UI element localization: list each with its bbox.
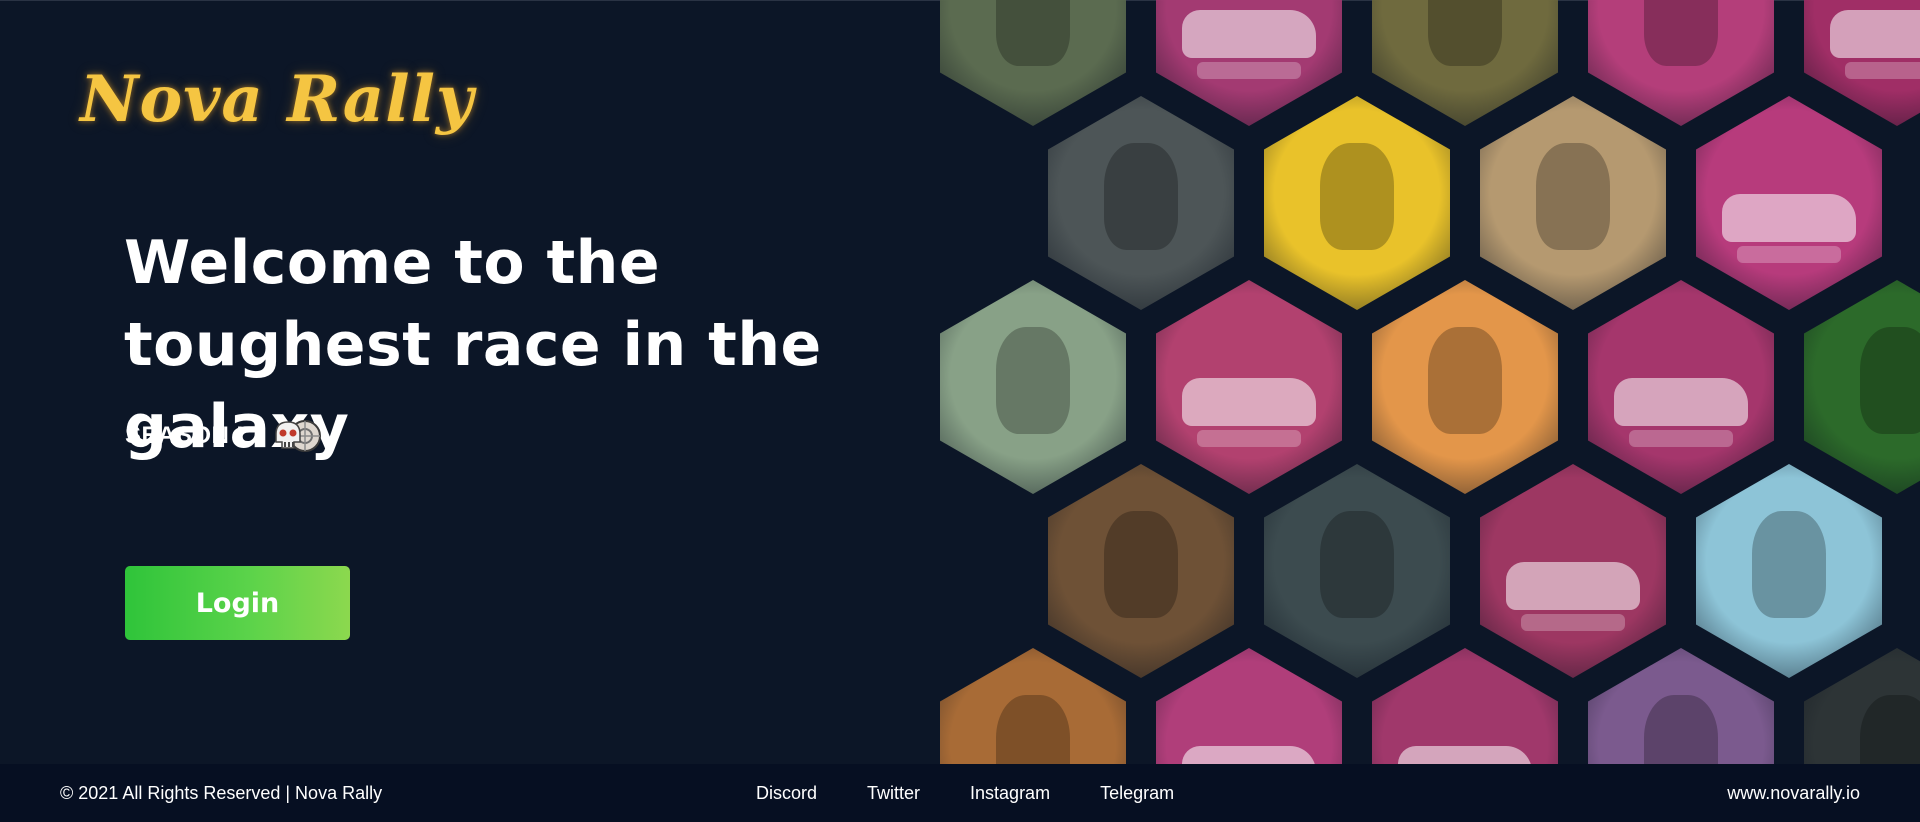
tile-character <box>1319 511 1395 619</box>
tile-character <box>995 327 1071 435</box>
footer-website-link[interactable]: www.novarally.io <box>1727 783 1860 804</box>
tile-vehicle <box>1506 562 1640 610</box>
footer-link-twitter[interactable]: Twitter <box>867 783 920 804</box>
tile-thruster <box>1196 61 1302 79</box>
gallery-tile-robot-grey <box>940 280 1126 494</box>
login-button[interactable]: Login <box>125 566 350 640</box>
gallery-tile-dino-mech <box>1048 464 1234 678</box>
tile-vehicle <box>1182 10 1316 58</box>
nova-rally-logo[interactable]: Nova Rally <box>80 62 474 137</box>
tile-thruster <box>1844 61 1920 79</box>
gallery-tile-car-red <box>1372 648 1558 764</box>
tile-character <box>1103 143 1179 251</box>
tile-character <box>1751 511 1827 619</box>
footer-link-discord[interactable]: Discord <box>756 783 817 804</box>
gallery-tile-truck-white <box>1156 648 1342 764</box>
gallery-tile-alien-gold <box>1372 0 1558 126</box>
gallery-tile-tree-creature <box>1696 464 1882 678</box>
gallery-tile-van-blue <box>1156 280 1342 494</box>
gallery-tile-car-yellow <box>1696 96 1882 310</box>
tile-character <box>1859 695 1920 764</box>
tile-character <box>1643 695 1719 764</box>
gallery-tile-robot-black <box>1048 96 1234 310</box>
tile-character <box>1643 0 1719 67</box>
footer-link-instagram[interactable]: Instagram <box>970 783 1050 804</box>
tile-thruster <box>1628 429 1734 447</box>
tile-vehicle <box>1722 194 1856 242</box>
tile-character <box>1103 511 1179 619</box>
tile-vehicle <box>1398 746 1532 764</box>
gallery-tile-robot-red <box>940 0 1126 126</box>
copyright-text: © 2021 All Rights Reserved | Nova Rally <box>60 783 383 803</box>
tile-vehicle <box>1182 746 1316 764</box>
skull-wheel-icon <box>274 420 321 452</box>
footer-link-telegram[interactable]: Telegram <box>1100 783 1174 804</box>
season-row: SEASON I <box>125 416 322 456</box>
gallery-tile-brute-red <box>1264 464 1450 678</box>
gallery-tile-robot-dark <box>1804 648 1920 764</box>
tile-character <box>1535 143 1611 251</box>
gallery-tile-ogre-blue <box>1264 96 1450 310</box>
social-links: Discord Twitter Instagram Telegram <box>756 783 1224 804</box>
gallery-tile-car-green <box>1480 464 1666 678</box>
tile-character <box>1427 0 1503 67</box>
character-gallery <box>940 0 1920 764</box>
gallery-tile-car-teal <box>1156 0 1342 126</box>
hero-section: Nova Rally Welcome to the toughest race … <box>0 0 1920 764</box>
season-label: SEASON I <box>125 422 244 449</box>
gallery-tile-skeleton-flame <box>940 648 1126 764</box>
tile-character <box>1859 327 1920 435</box>
gallery-tile-dancer <box>1588 648 1774 764</box>
tile-thruster <box>1736 245 1842 263</box>
tile-character <box>1319 143 1395 251</box>
gallery-tile-alien-eye <box>1372 280 1558 494</box>
tile-vehicle <box>1182 378 1316 426</box>
tile-thruster <box>1520 613 1626 631</box>
site-footer: © 2021 All Rights Reserved | Nova Rally … <box>0 764 1920 822</box>
gallery-tile-alien-astronaut <box>1480 96 1666 310</box>
gallery-tile-car-orange <box>1804 0 1920 126</box>
tile-character <box>995 695 1071 764</box>
tile-vehicle <box>1830 10 1920 58</box>
tile-character <box>995 0 1071 67</box>
gallery-tile-alien-green <box>1588 0 1774 126</box>
gallery-tile-monster-green <box>1804 280 1920 494</box>
gallery-tile-car-silver <box>1588 280 1774 494</box>
tile-character <box>1427 327 1503 435</box>
tile-vehicle <box>1614 378 1748 426</box>
tile-thruster <box>1196 429 1302 447</box>
